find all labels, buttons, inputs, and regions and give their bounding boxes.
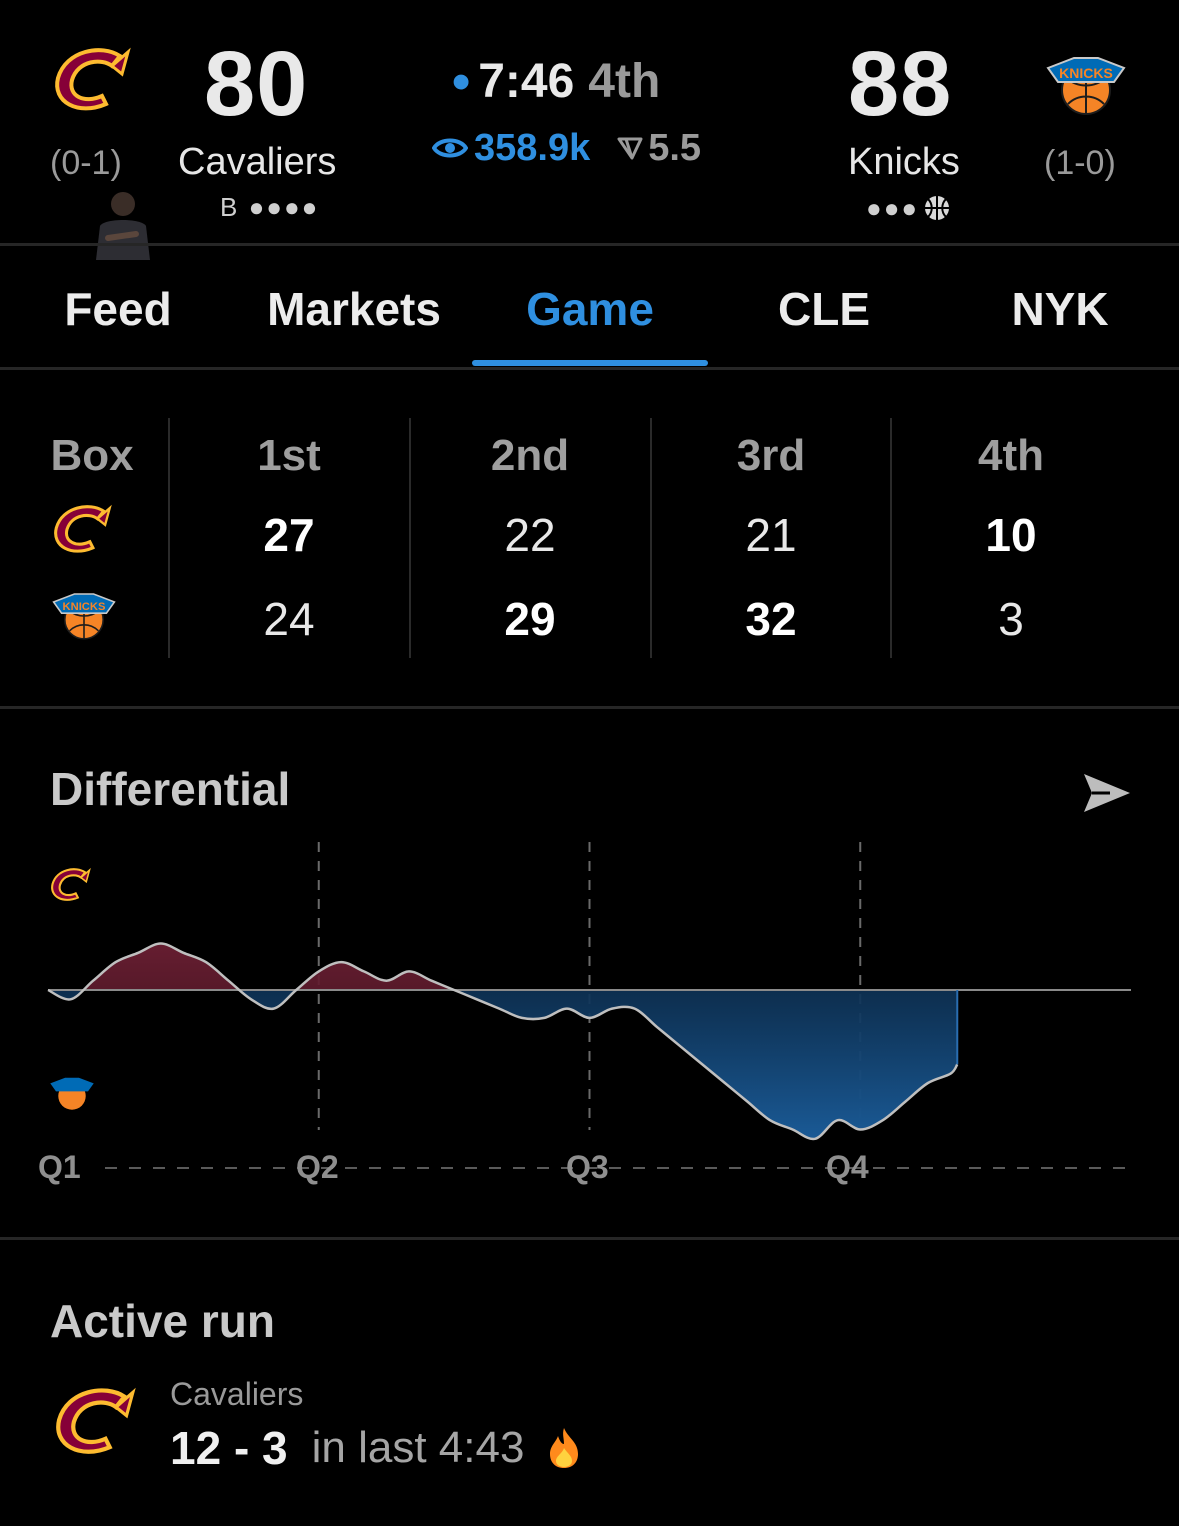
home-q1-score: 27 xyxy=(263,509,315,561)
live-dot: • xyxy=(452,53,471,111)
column-divider xyxy=(409,418,411,658)
home-score: 80 xyxy=(204,33,309,135)
run-score: 12 - 3 xyxy=(170,1422,288,1474)
period-header-4: 4th xyxy=(978,431,1044,480)
period-header-1: 1st xyxy=(257,431,321,480)
basketball-icon xyxy=(923,194,951,222)
quarter-label: Q3 xyxy=(566,1149,609,1185)
away-team-name[interactable]: Knicks xyxy=(848,143,960,181)
tab-markets[interactable]: Markets xyxy=(244,286,464,332)
home-record: (0-1) xyxy=(50,144,122,182)
spread-icon xyxy=(616,134,644,162)
active-tab-indicator xyxy=(472,360,708,366)
chart-divider xyxy=(0,1237,1179,1240)
home-indicator: B ●●●● xyxy=(220,192,320,222)
svg-text:KNICKS: KNICKS xyxy=(63,601,106,613)
away-score: 88 xyxy=(848,33,953,135)
eye-icon xyxy=(431,135,469,161)
cavaliers-logo[interactable] xyxy=(50,44,136,120)
header-divider xyxy=(0,243,1179,246)
differential-title: Differential xyxy=(50,763,291,815)
cavaliers-logo xyxy=(50,1384,142,1464)
away-record: (1-0) xyxy=(1044,144,1116,182)
game-period: 4th xyxy=(588,55,661,108)
box-divider xyxy=(0,706,1179,709)
tab-nyk[interactable]: NYK xyxy=(980,286,1140,332)
home-team-name[interactable]: Cavaliers xyxy=(178,143,336,181)
knicks-logo[interactable]: KNICKS xyxy=(1044,48,1128,118)
spread-value: 5.5 xyxy=(648,127,702,169)
tabs-divider xyxy=(0,367,1179,370)
away-q1-score: 24 xyxy=(263,593,315,645)
avatar[interactable] xyxy=(86,186,160,260)
fire-icon xyxy=(542,1426,586,1470)
tab-cle[interactable]: CLE xyxy=(744,286,904,332)
box-header: Box xyxy=(50,431,134,480)
column-divider xyxy=(650,418,652,658)
away-q4-score: 3 xyxy=(998,593,1024,645)
send-icon[interactable] xyxy=(1080,770,1132,816)
away-indicator: ●●● xyxy=(866,193,920,223)
period-header-2: 2nd xyxy=(490,431,570,480)
viewer-count: 358.9k xyxy=(474,127,591,169)
home-q2-score: 22 xyxy=(504,509,556,561)
home-q4-score: 10 xyxy=(985,509,1037,561)
away-q2-score: 29 xyxy=(504,593,556,645)
column-divider xyxy=(890,418,892,658)
tab-feed[interactable]: Feed xyxy=(38,286,198,332)
knicks-logo: KNICKS xyxy=(50,586,118,642)
game-clock: 7:46 xyxy=(478,55,575,108)
home-q3-score: 21 xyxy=(745,509,797,561)
run-team-name: Cavaliers xyxy=(170,1376,304,1412)
quarter-label: Q4 xyxy=(826,1149,869,1185)
cavaliers-logo xyxy=(50,502,116,560)
column-divider xyxy=(168,418,170,658)
away-q3-score: 32 xyxy=(745,593,797,645)
tab-game[interactable]: Game xyxy=(490,286,690,332)
quarter-label: Q2 xyxy=(296,1149,339,1185)
svg-text:KNICKS: KNICKS xyxy=(1059,65,1113,81)
active-run-title: Active run xyxy=(50,1295,275,1347)
run-window: in last 4:43 xyxy=(311,1423,525,1472)
differential-chart xyxy=(47,842,1131,1169)
quarter-label: Q1 xyxy=(38,1149,81,1185)
period-header-3: 3rd xyxy=(736,431,806,480)
